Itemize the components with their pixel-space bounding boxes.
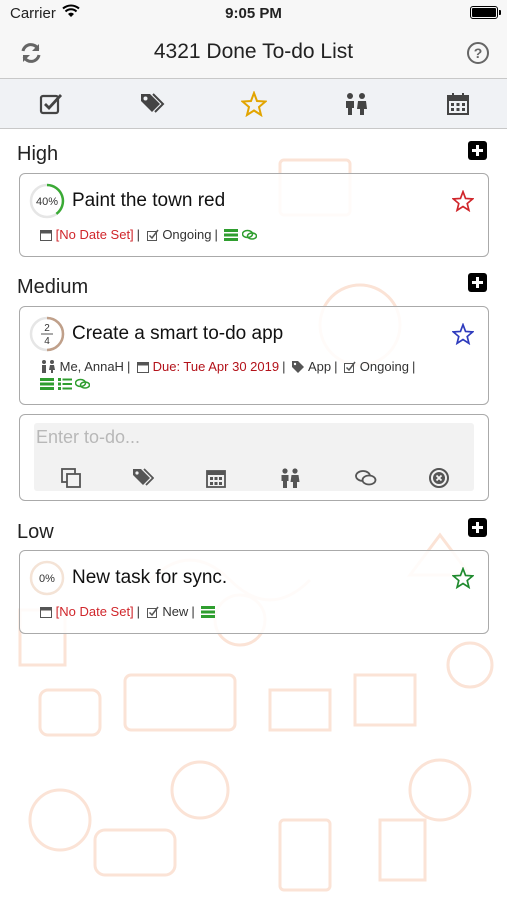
add-high-task-button[interactable] [468, 141, 487, 160]
task-meta: Me, AnnaH | Due: Tue Apr 30 2019 | App | On… [40, 359, 418, 375]
people-icon [42, 360, 55, 373]
calendar-icon[interactable] [205, 467, 227, 489]
calendar-icon [40, 607, 52, 618]
tag-icon [292, 361, 305, 373]
progress-label: 40% [36, 196, 58, 208]
comments-icon [75, 378, 91, 389]
filter-tab-bar [0, 78, 507, 129]
tab-tags-icon[interactable] [139, 91, 165, 117]
nav-bar: 4321 Done To-do List ? [0, 28, 507, 78]
clear-icon[interactable] [428, 467, 450, 489]
tab-starred-icon[interactable] [241, 91, 267, 117]
progress-ring: 0% [29, 560, 65, 596]
star-icon[interactable] [452, 323, 474, 345]
progress-total: 4 [44, 336, 50, 347]
list-icon [57, 378, 72, 390]
task-tag: App [308, 359, 332, 374]
task-title: Paint the town red [72, 190, 226, 211]
task-card[interactable]: 2 4 Create a smart to-do app Me, AnnaH | … [19, 306, 489, 405]
task-status: Ongoing [359, 359, 409, 374]
tab-checkbox-icon[interactable] [38, 91, 64, 117]
task-title: Create a smart to-do app [72, 323, 284, 344]
subtasks-icon [40, 378, 54, 390]
calendar-icon [40, 230, 52, 241]
checkbox-icon [146, 606, 159, 618]
section-header-high: High [17, 143, 59, 165]
calendar-icon [136, 362, 149, 373]
star-icon[interactable] [452, 190, 474, 212]
assignees: Me, AnnaH [59, 359, 124, 374]
progress-ring: 40% [29, 183, 65, 219]
checkbox-icon [344, 361, 356, 373]
help-icon: ? [473, 45, 483, 61]
due-date: Due: Tue Apr 30 2019 [152, 359, 280, 374]
subtasks-icon [224, 229, 239, 241]
add-medium-task-button[interactable] [468, 273, 487, 292]
add-low-task-button[interactable] [468, 518, 487, 537]
due-date: [No Date Set] [55, 604, 134, 619]
section-header-medium: Medium [17, 276, 89, 298]
comments-icon[interactable] [355, 467, 377, 489]
section-header-low: Low [17, 521, 54, 543]
comments-icon [242, 229, 258, 240]
tab-calendar-icon[interactable] [445, 91, 471, 117]
progress-done: 2 [44, 323, 50, 334]
task-meta-icons [40, 376, 91, 392]
todo-input[interactable] [36, 425, 466, 449]
page-title: 4321 Done To-do List [153, 40, 354, 63]
subtasks-icon [201, 606, 216, 618]
star-icon[interactable] [452, 567, 474, 589]
tab-people-icon[interactable] [343, 91, 369, 117]
copy-icon[interactable] [60, 467, 82, 489]
clock: 9:05 PM [225, 5, 282, 22]
due-date: [No Date Set] [55, 227, 134, 242]
help-button[interactable]: ? [467, 42, 489, 64]
status-bar: Carrier 9:05 PM [0, 0, 507, 28]
checkbox-icon [146, 229, 159, 241]
tags-icon[interactable] [132, 467, 154, 489]
task-meta: [No Date Set] | New | [40, 604, 216, 620]
entry-panel [34, 423, 474, 491]
battery-icon [470, 6, 501, 19]
task-meta: [No Date Set] | Ongoing | [40, 227, 258, 243]
task-card[interactable]: 40% Paint the town red [No Date Set] | On… [19, 173, 489, 257]
task-status: Ongoing [162, 227, 212, 242]
new-todo-entry [19, 414, 489, 501]
people-icon[interactable] [279, 467, 301, 489]
progress-ring: 2 4 [29, 316, 65, 352]
progress-label: 0% [39, 573, 55, 585]
task-title: New task for sync. [72, 567, 228, 588]
task-card[interactable]: 0% New task for sync. [No Date Set] | New… [19, 550, 489, 634]
task-status: New [162, 604, 189, 619]
